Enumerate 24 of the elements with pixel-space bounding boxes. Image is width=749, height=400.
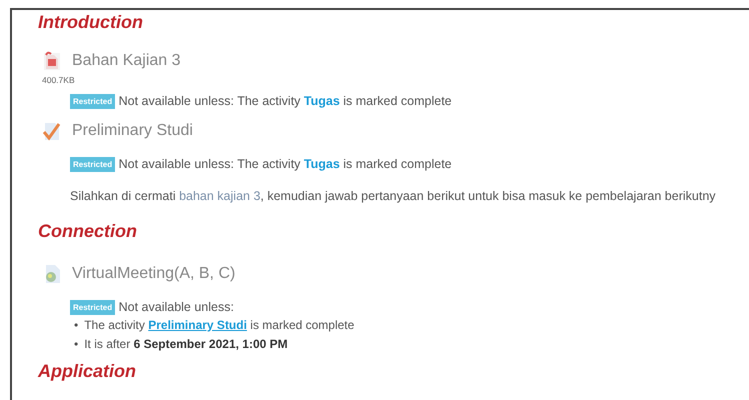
- restricted-badge: Restricted: [70, 300, 116, 315]
- section-title: Application: [38, 360, 136, 382]
- restriction-text: Not available unless: The activity Tugas is marked complete: [118, 157, 452, 171]
- restriction-text: Not available unless:: [118, 300, 234, 314]
- section-title: Connection: [38, 220, 137, 242]
- activity-name[interactable]: VirtualMeeting(A, B, C): [72, 262, 236, 286]
- activity-link[interactable]: Preliminary Studi: [148, 318, 247, 332]
- restricted-badge: Restricted: [70, 94, 116, 110]
- bullet-marker: •: [74, 316, 78, 334]
- checkmark-document-icon: [42, 121, 62, 141]
- activity-name[interactable]: Preliminary Studi: [72, 119, 193, 143]
- condition-item: The activity Preliminary Studi is marked complete: [84, 316, 354, 334]
- activity-link[interactable]: Tugas: [304, 157, 340, 171]
- pdf-file-icon: [42, 51, 62, 71]
- document-link[interactable]: bahan kajian 3: [179, 189, 260, 203]
- condition-item: It is after 6 September 2021, 1:00 PM: [84, 336, 288, 353]
- restricted-badge: Restricted: [70, 157, 116, 172]
- file-size: 400.7KB: [42, 74, 75, 86]
- bullet-marker: •: [74, 336, 78, 353]
- activity-name[interactable]: Bahan Kajian 3: [72, 49, 181, 73]
- restriction-text: Not available unless: The activity Tugas is marked complete: [118, 94, 452, 108]
- section-title: Introduction: [38, 11, 143, 33]
- activity-link[interactable]: Tugas: [304, 94, 340, 108]
- description-text: Silahkan di cermati bahan kajian 3, kemudian jawab pertanyaan berikut untuk bisa masuk ke pembelajaran berikutny: [70, 188, 717, 205]
